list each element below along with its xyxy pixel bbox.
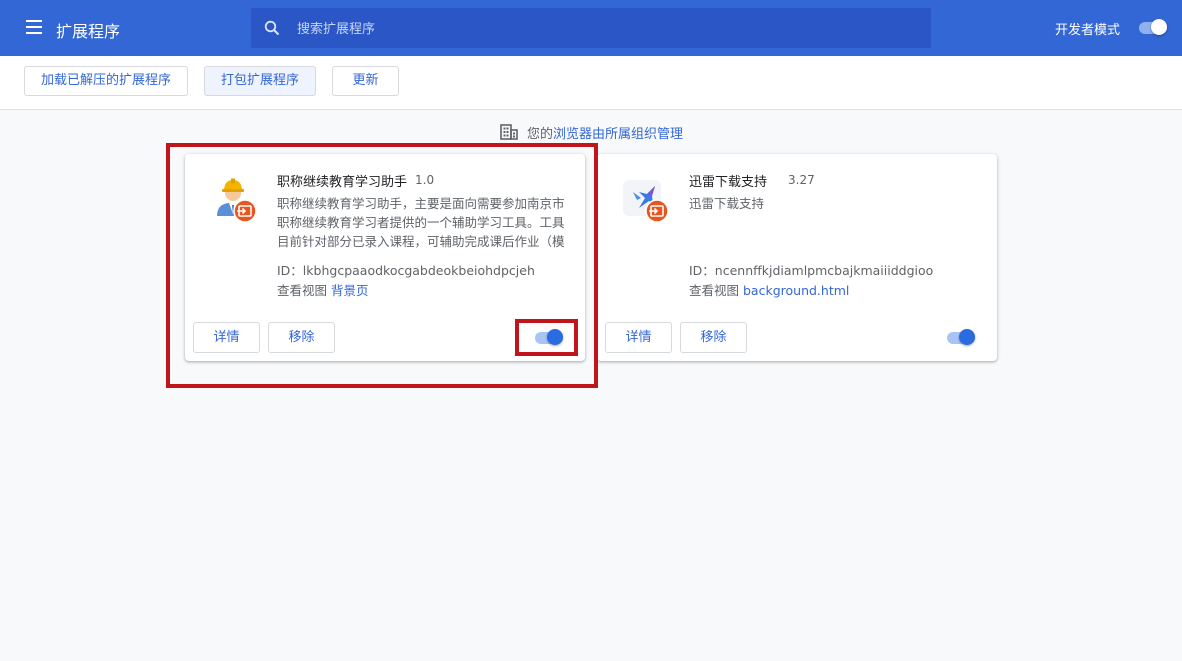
details-button[interactable]: 详情 xyxy=(605,322,672,353)
developer-mode-label: 开发者模式 xyxy=(1055,23,1121,38)
managed-link[interactable]: 浏览器由所属组织管理 xyxy=(553,127,683,142)
search-input[interactable] xyxy=(295,8,919,50)
update-button[interactable]: 更新 xyxy=(332,66,399,96)
managed-prefix: 您的 xyxy=(527,127,554,142)
toolbar: 加载已解压的扩展程序 打包扩展程序 更新 xyxy=(0,56,1182,110)
search-icon xyxy=(264,20,280,36)
background-page-link[interactable]: background.html xyxy=(743,283,849,298)
extension-enable-toggle[interactable] xyxy=(945,328,977,348)
top-bar: 扩展程序 开发者模式 xyxy=(0,0,1182,56)
developer-mode-toggle[interactable] xyxy=(1137,18,1169,38)
extension-version: 3.27 xyxy=(788,173,815,187)
views-label: 查看视图 xyxy=(689,283,740,298)
extension-id: ID：ncennffkjdiamlpmcbajkmaiiiddgioo xyxy=(689,263,934,278)
extension-name: 迅雷下载支持 xyxy=(689,175,768,190)
search-box[interactable] xyxy=(251,8,931,50)
pack-extension-button[interactable]: 打包扩展程序 xyxy=(204,66,316,96)
extension-description: 迅雷下载支持 xyxy=(689,196,765,211)
extension-card: 迅雷下载支持 3.27 迅雷下载支持 ID：ncennffkjdiamlpmcb… xyxy=(597,154,997,361)
extension-views: 查看视图 background.html xyxy=(689,280,849,299)
policy-badge-icon xyxy=(645,199,669,223)
toggle-highlight-box xyxy=(515,319,578,356)
building-icon xyxy=(500,124,518,140)
load-unpacked-button[interactable]: 加载已解压的扩展程序 xyxy=(24,66,188,96)
menu-icon[interactable] xyxy=(26,20,42,34)
page-title: 扩展程序 xyxy=(56,22,121,41)
remove-button[interactable]: 移除 xyxy=(680,322,747,353)
